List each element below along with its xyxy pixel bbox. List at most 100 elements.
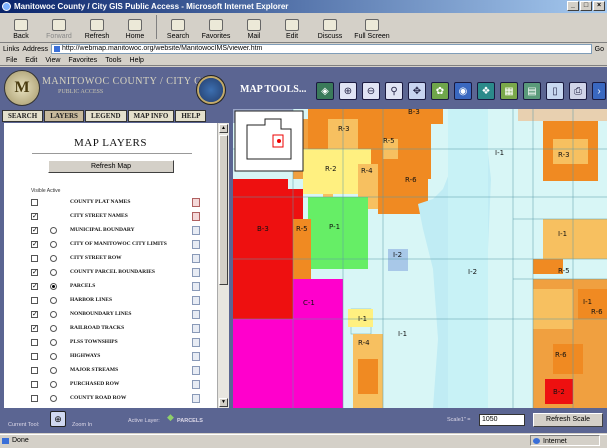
close-button[interactable]: ×	[593, 1, 605, 11]
zone-label: C-1	[303, 299, 315, 307]
page-content: M MANITOWOC COUNTY / CITY GIS PUBLIC ACC…	[0, 67, 607, 433]
menu-favorites[interactable]: Favorites	[68, 55, 97, 65]
pan-icon: ✥	[412, 85, 422, 97]
visible-checkbox[interactable]: ✓	[31, 283, 38, 290]
layer-info-icon[interactable]	[192, 394, 200, 403]
scale-input[interactable]: 1050	[479, 414, 525, 426]
refresh-scale-button[interactable]: Refresh Scale	[533, 413, 603, 427]
discuss-button[interactable]: Discuss	[311, 13, 349, 41]
visible-checkbox[interactable]	[31, 255, 38, 262]
go-button[interactable]: Go	[595, 46, 604, 53]
maximize-button[interactable]: □	[580, 1, 592, 11]
refresh-button[interactable]: Refresh	[78, 13, 116, 41]
layer-info-icon[interactable]	[192, 366, 200, 375]
menu-file[interactable]: File	[6, 55, 17, 65]
visible-checkbox[interactable]	[31, 353, 38, 360]
links-label[interactable]: Links	[3, 46, 19, 53]
visible-checkbox[interactable]	[31, 395, 38, 402]
tab-map-info[interactable]: MAP INFO	[127, 110, 175, 122]
zoning-map[interactable]: R-3 B-3 R-5 R-2 R-4 R-6 I-1 B-3 R-5 P-1 I-2 I-2 C-1 I…	[233, 109, 607, 408]
menu-tools[interactable]: Tools	[105, 55, 121, 65]
visible-checkbox[interactable]	[31, 339, 38, 346]
active-radio[interactable]	[50, 395, 57, 402]
active-radio[interactable]	[50, 241, 57, 248]
scroll-up-icon[interactable]: ▲	[219, 124, 228, 133]
layer-info-icon[interactable]	[192, 226, 200, 235]
layer-info-icon[interactable]	[192, 380, 200, 389]
panel-scrollbar[interactable]: ▲ ▼	[217, 123, 229, 408]
active-radio[interactable]	[50, 367, 57, 374]
active-radio[interactable]	[50, 353, 57, 360]
layer-info-icon[interactable]	[192, 268, 200, 277]
refresh-map-button[interactable]: Refresh Map	[48, 160, 174, 173]
forward-button[interactable]: Forward	[40, 13, 78, 41]
map-view[interactable]: R-3 B-3 R-5 R-2 R-4 R-6 I-1 B-3 R-5 P-1 I-2 I-2 C-1 I…	[233, 109, 607, 408]
active-radio[interactable]	[50, 255, 57, 262]
layer-info-icon[interactable]	[192, 324, 200, 333]
home-button[interactable]: Home	[116, 13, 154, 41]
scroll-thumb[interactable]	[219, 135, 228, 285]
layer-info-icon[interactable]	[192, 198, 200, 207]
active-radio[interactable]	[50, 227, 57, 234]
fullscreen-button[interactable]: Full Screen	[349, 13, 395, 41]
menu-view[interactable]: View	[45, 55, 60, 65]
layer-info-icon[interactable]	[192, 352, 200, 361]
active-radio[interactable]	[50, 297, 57, 304]
active-radio[interactable]	[50, 325, 57, 332]
address-input[interactable]: http://webmap.manitowoc.org/website/Mani…	[51, 44, 592, 54]
magnifier-icon: ⚲	[390, 85, 398, 97]
active-radio[interactable]	[50, 339, 57, 346]
buffer-tool[interactable]: ▤	[523, 82, 541, 100]
print-tool[interactable]: ⎙	[569, 82, 587, 100]
pan-tool[interactable]: ✥	[408, 82, 426, 100]
layer-info-icon[interactable]	[192, 338, 200, 347]
active-radio[interactable]	[50, 269, 57, 276]
layer-info-icon[interactable]	[192, 282, 200, 291]
active-radio[interactable]	[50, 283, 57, 290]
mail-button[interactable]: Mail	[235, 13, 273, 41]
favorites-button[interactable]: Favorites	[197, 13, 235, 41]
tab-layers[interactable]: LAYERS	[44, 110, 84, 122]
menu-edit[interactable]: Edit	[25, 55, 37, 65]
active-radio[interactable]	[50, 311, 57, 318]
zoom-out-tool[interactable]: ⊖	[362, 82, 380, 100]
menu-help[interactable]: Help	[130, 55, 144, 65]
visible-checkbox[interactable]: ✓	[31, 269, 38, 276]
layer-info-icon[interactable]	[192, 254, 200, 263]
active-radio[interactable]	[50, 381, 57, 388]
tab-search[interactable]: SEARCH	[2, 110, 44, 122]
full-extent-tool[interactable]: ◈	[316, 82, 334, 100]
query-tool[interactable]: ◉	[454, 82, 472, 100]
clear-selection-tool[interactable]: ▯	[546, 82, 564, 100]
search-button[interactable]: Search	[159, 13, 197, 41]
tab-help[interactable]: HELP	[175, 110, 207, 122]
back-button[interactable]: Back	[2, 13, 40, 41]
layer-info-icon[interactable]	[192, 310, 200, 319]
layer-info-icon[interactable]	[192, 296, 200, 305]
more-tools[interactable]: ›	[592, 82, 606, 100]
visible-checkbox[interactable]	[31, 381, 38, 388]
zoom-active-tool[interactable]: ⚲	[385, 82, 403, 100]
measure-tool[interactable]: ▦	[500, 82, 518, 100]
visible-checkbox[interactable]: ✓	[31, 227, 38, 234]
visible-checkbox[interactable]: ✓	[31, 311, 38, 318]
layers-panel: MAP LAYERS Refresh Map Visible Active CO…	[4, 123, 217, 408]
layer-info-icon[interactable]	[192, 240, 200, 249]
scroll-down-icon[interactable]: ▼	[219, 398, 228, 407]
visible-checkbox[interactable]: ✓	[31, 241, 38, 248]
visible-checkbox[interactable]: ✓	[31, 325, 38, 332]
find-tool[interactable]: ❖	[477, 82, 495, 100]
visible-checkbox[interactable]	[31, 297, 38, 304]
tab-legend[interactable]: LEGEND	[84, 110, 127, 122]
city-seal	[196, 75, 226, 105]
minimize-button[interactable]: _	[567, 1, 579, 11]
visible-checkbox[interactable]: ✓	[31, 213, 38, 220]
zoom-in-tool[interactable]: ⊕	[339, 82, 357, 100]
visible-checkbox[interactable]	[31, 367, 38, 374]
edit-button[interactable]: Edit	[273, 13, 311, 41]
zoom-in-icon: ⊕	[50, 411, 66, 427]
identify-tool[interactable]: ✿	[431, 82, 449, 100]
layer-info-icon[interactable]	[192, 212, 200, 221]
zone-label: I-1	[495, 149, 504, 157]
visible-checkbox[interactable]	[31, 199, 38, 206]
